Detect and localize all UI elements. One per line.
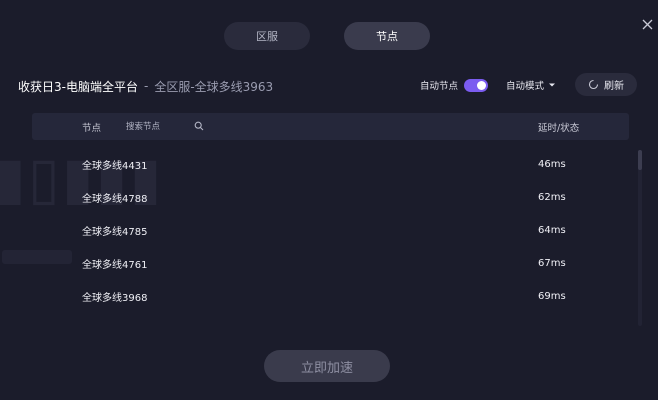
node-name: 全球多线4761 [82, 260, 148, 271]
refresh-icon [588, 79, 599, 90]
auto-mode-label: 自动模式 [506, 81, 545, 92]
node-row[interactable]: 全球多线4431 46ms [32, 148, 629, 181]
search-input[interactable] [120, 117, 188, 136]
refresh-label: 刷新 [604, 81, 624, 92]
node-table-header: 节点 延时/状态 [32, 113, 629, 140]
close-button[interactable] [637, 14, 657, 34]
node-latency: 46ms [538, 159, 566, 170]
node-row[interactable]: 全球多线4761 67ms [32, 247, 629, 280]
auto-node-toggle[interactable] [464, 78, 489, 92]
close-icon [642, 19, 652, 29]
scrollbar-thumb[interactable] [638, 150, 642, 170]
auto-node-control: 自动节点 [420, 78, 489, 92]
node-name: 全球多线3968 [82, 293, 148, 304]
node-name: 全球多线4431 [82, 161, 148, 172]
tab-bar: 区服 节点 [224, 22, 430, 50]
node-name: 全球多线4788 [82, 194, 148, 205]
refresh-button[interactable]: 刷新 [575, 73, 637, 96]
caret-down-icon [549, 83, 556, 87]
tab-node[interactable]: 节点 [344, 22, 430, 50]
node-latency: 62ms [538, 192, 566, 203]
search-box [120, 117, 206, 136]
node-row[interactable]: 全球多线4788 62ms [32, 181, 629, 214]
node-latency: 69ms [538, 291, 566, 302]
accelerate-button[interactable]: 立即加速 [264, 350, 390, 382]
scrollbar-track[interactable] [638, 150, 642, 326]
auto-node-label: 自动节点 [420, 81, 459, 92]
server-path: 全区服-全球多线3963 [154, 79, 274, 94]
auto-mode-dropdown[interactable]: 自动模式 [506, 78, 556, 92]
node-list: 全球多线4431 46ms 全球多线4788 62ms 全球多线4785 64m… [32, 148, 629, 313]
node-row[interactable]: 全球多线4785 64ms [32, 214, 629, 247]
game-title: 收获日3-电脑端全平台 [18, 79, 138, 94]
node-row[interactable]: 全球多线3968 69ms [32, 280, 629, 313]
title-separator: - [143, 79, 149, 93]
search-icon[interactable] [194, 121, 204, 131]
column-header-latency: 延时/状态 [538, 122, 580, 134]
node-latency: 64ms [538, 225, 566, 236]
tab-region[interactable]: 区服 [224, 22, 310, 50]
column-header-node: 节点 [82, 122, 102, 134]
node-latency: 67ms [538, 258, 566, 269]
node-name: 全球多线4785 [82, 227, 148, 238]
